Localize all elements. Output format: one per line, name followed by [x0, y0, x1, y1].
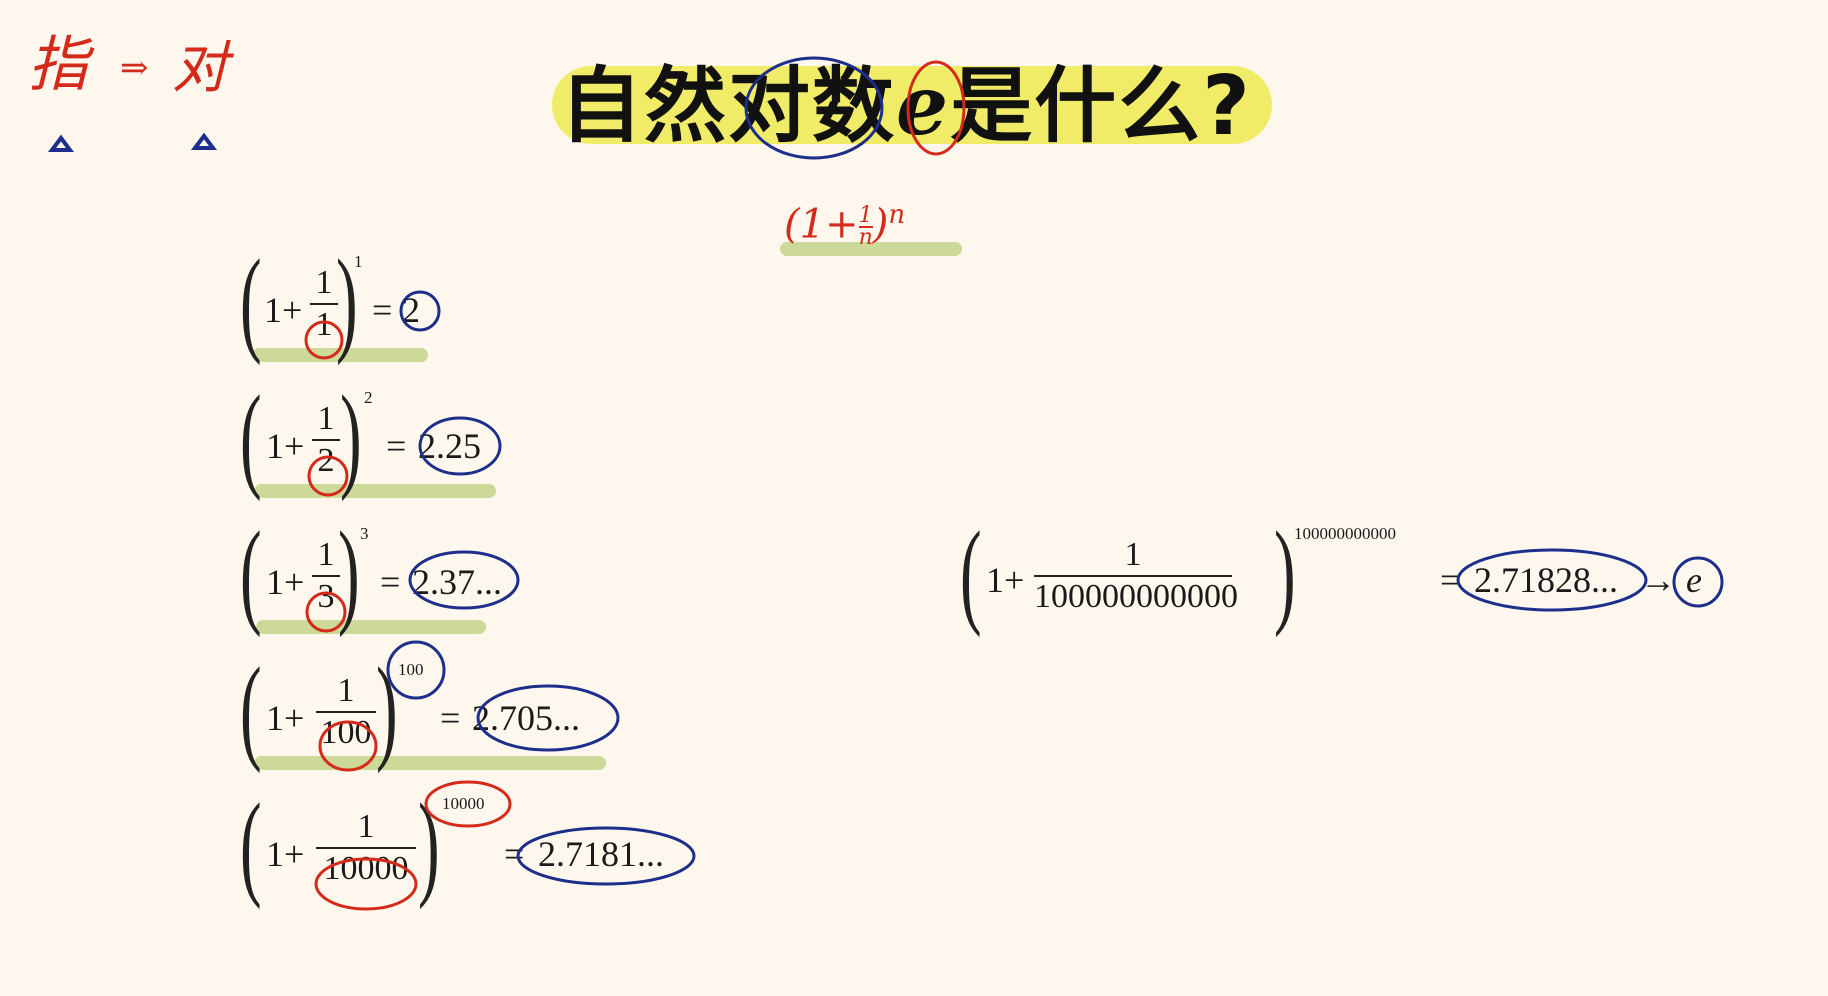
limit-e: e — [1686, 560, 1702, 600]
denominator: 100000000000 — [1034, 578, 1238, 615]
row-highlight — [254, 484, 496, 498]
result: 2.71828... — [1474, 560, 1618, 600]
denominator: 2 — [317, 442, 335, 479]
formula-row-5: ( 1+ 1 10000 ) 10000 = 2.7181... — [240, 779, 664, 910]
fraction: 1 100 — [316, 674, 376, 750]
equals: = — [372, 290, 393, 330]
equals: = — [380, 562, 401, 602]
result: 2.37... — [412, 562, 502, 602]
one-plus: 1+ — [266, 834, 305, 874]
title-e: e — [896, 58, 951, 154]
row-highlight — [254, 756, 606, 770]
page-title: 自然对数e是什么? — [560, 56, 1280, 156]
equals: = — [504, 834, 525, 874]
denominator: 10000 — [323, 850, 409, 887]
one-plus: 1+ — [266, 698, 305, 738]
numerator: 1 — [317, 400, 335, 437]
exponent: 10000 — [442, 794, 485, 813]
fraction: 11 — [310, 266, 338, 342]
subtitle-close: ) — [872, 201, 889, 248]
subtitle-den: n — [858, 225, 873, 251]
one-plus: 1+ — [266, 562, 305, 602]
denominator: 3 — [317, 578, 335, 615]
fraction: 1 100000000000 — [1034, 536, 1238, 615]
denominator: 1 — [315, 306, 333, 343]
handwritten-exponent-note: 指 — [28, 30, 88, 100]
one-plus: 1+ — [266, 426, 305, 466]
exponent: 3 — [360, 524, 369, 543]
subtitle-num: 1 — [858, 203, 873, 229]
result: 2 — [402, 290, 420, 330]
handwritten-log-note: 对 — [172, 36, 228, 101]
numerator: 1 — [357, 808, 375, 845]
one-plus: 1+ — [264, 290, 303, 330]
subtitle-open: (1+ — [784, 201, 859, 248]
numerator: 1 — [315, 264, 333, 301]
title-text-after: 是什么? — [950, 59, 1252, 154]
numerator: 1 — [317, 536, 335, 573]
exponent: 2 — [364, 388, 373, 407]
subtitle-exp: n — [888, 200, 906, 230]
fraction: 1 10000 — [316, 810, 416, 886]
triangle-mark-icon — [191, 132, 217, 150]
subtitle-formula: (1+ 1 n)n — [784, 192, 906, 251]
exponent: 100 — [398, 660, 424, 679]
limit-formula: ( 1+ 1 100000000000 ) 100000000000 = 2.71… — [960, 507, 1702, 638]
formula-row-3: ( 1+ 13 ) 3 = 2.37... — [240, 507, 502, 638]
equals: = — [386, 426, 407, 466]
result: 2.7181... — [538, 834, 664, 874]
fraction: 12 — [312, 402, 340, 478]
exponent: 1 — [354, 252, 363, 271]
fraction: 13 — [312, 538, 340, 614]
result: 2.25 — [418, 426, 481, 466]
triangle-mark-icon — [48, 134, 74, 152]
formula-row-4: ( 1+ 1 100 ) 100 = 2.705... — [240, 650, 660, 770]
row-highlight — [256, 620, 486, 634]
equals: = — [1440, 560, 1461, 600]
one-plus: 1+ — [986, 560, 1025, 600]
subtitle-fraction: 1n — [858, 203, 873, 251]
numerator: 1 — [1124, 536, 1142, 573]
formula-row-1: ( 1+ 11 ) 1 = 2 — [240, 242, 540, 362]
handwritten-arrow: ⇒ — [120, 48, 149, 88]
arrow-icon: → — [1640, 560, 1676, 600]
result: 2.705... — [472, 698, 580, 738]
equals: = — [440, 698, 461, 738]
exponent: 100000000000 — [1294, 524, 1396, 543]
denominator: 100 — [320, 714, 372, 751]
numerator: 1 — [337, 672, 355, 709]
formula-row-2: ( 1+ 12 ) 2 = 2.25 — [240, 378, 540, 498]
title-text-before: 自然对数 — [560, 59, 897, 154]
